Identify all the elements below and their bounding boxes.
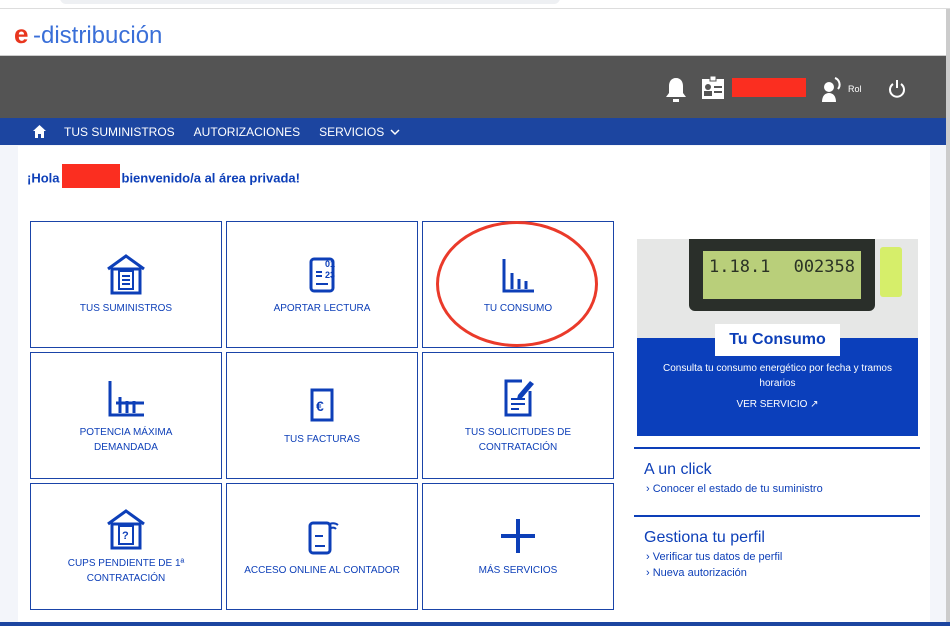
tile-mas-servicios[interactable]: MÁS SERVICIOS (422, 483, 614, 610)
tile-acceso-online-contador[interactable]: ACCESO ONLINE AL CONTADOR (226, 483, 418, 610)
external-link-icon: ↗ (810, 399, 819, 410)
annotation-circle (436, 221, 598, 347)
plus-icon (501, 519, 535, 553)
welcome-prefix: ¡Hola (27, 170, 60, 186)
tile-label: CUPS PENDIENTE DE 1ª CONTRATACIÓN (67, 557, 185, 584)
svg-text:01: 01 (325, 259, 335, 269)
tile-tus-solicitudes[interactable]: TUS SOLICITUDES DE CONTRATACIÓN (422, 352, 614, 479)
tile-potencia-maxima[interactable]: POTENCIA MÁXIMA DEMANDADA (30, 352, 222, 479)
house-question-icon: ? (107, 508, 145, 549)
switch-role-icon[interactable] (821, 76, 845, 102)
house-document-icon (107, 254, 145, 295)
name-redacted (61, 164, 120, 188)
power-icon[interactable] (887, 79, 907, 99)
promo-title: Tu Consumo (715, 324, 840, 356)
meter-display: 1.18.1 002358 (689, 239, 875, 311)
tile-label: TUS SUMINISTROS (79, 303, 173, 314)
tile-label: APORTAR LECTURA (273, 303, 371, 314)
tile-tus-facturas[interactable]: € TUS FACTURAS (226, 352, 418, 479)
tile-label: MÁS SERVICIOS (478, 565, 558, 576)
profile-section: Gestiona tu perfil › Verificar tus datos… (634, 515, 920, 581)
ver-servicio-link[interactable]: VER SERVICIO ↗ (637, 397, 918, 412)
logo-e[interactable]: e (14, 19, 28, 50)
tile-tus-suministros[interactable]: TUS SUMINISTROS (30, 221, 222, 348)
tile-cups-pendiente[interactable]: ? CUPS PENDIENTE DE 1ª CONTRATACIÓN (30, 483, 222, 610)
promo-card[interactable]: 1.18.1 002358 Consulta tu consumo energét… (637, 239, 918, 436)
link-estado-suministro[interactable]: › Conocer el estado de tu suministro (646, 481, 920, 497)
meter-wifi-icon (308, 521, 339, 555)
id-card-icon[interactable] (702, 76, 724, 100)
power-chart-icon (108, 380, 144, 416)
logo-text[interactable]: -distribución (33, 22, 162, 50)
link-nueva-autorizacion[interactable]: › Nueva autorización (646, 565, 920, 581)
tile-label: POTENCIA MÁXIMA DEMANDADA (79, 426, 173, 453)
tile-label: ACCESO ONLINE AL CONTADOR (244, 565, 400, 576)
ver-servicio-label[interactable]: VER SERVICIO (736, 399, 807, 410)
main-nav: TUS SUMINISTROS AUTORIZACIONES SERVICIOS (0, 118, 950, 145)
svg-text:€: € (316, 398, 324, 414)
promo-text: Consulta tu consumo energético por fecha… (662, 363, 892, 389)
nav-servicios[interactable]: SERVICIOS (319, 125, 384, 139)
svg-text:?: ? (122, 530, 129, 542)
lcd-left: 1.18.1 (709, 257, 771, 277)
tile-label: TUS FACTURAS (283, 434, 361, 445)
user-header (0, 56, 950, 118)
quick-links-section: A un click › Conocer el estado de tu sum… (634, 447, 920, 497)
footer-bar (0, 622, 950, 626)
home-icon[interactable] (33, 125, 46, 138)
welcome-suffix: bienvenido/a al área privada! (121, 170, 300, 186)
quick-title: A un click (644, 461, 712, 478)
lcd-right: 002358 (793, 257, 855, 277)
browser-strip (0, 0, 950, 9)
nav-autorizaciones[interactable]: AUTORIZACIONES (194, 125, 300, 139)
euro-invoice-icon: € (310, 388, 334, 422)
link-verificar-datos[interactable]: › Verificar tus datos de perfil (646, 549, 920, 565)
profile-title: Gestiona tu perfil (644, 529, 765, 546)
tile-aportar-lectura[interactable]: 01 23 APORTAR LECTURA (226, 221, 418, 348)
tile-label: TUS SOLICITUDES DE CONTRATACIÓN (464, 426, 572, 453)
meter-led (880, 247, 902, 297)
chevron-down-icon[interactable] (390, 128, 400, 136)
scrollbar[interactable] (946, 9, 950, 626)
document-edit-icon (504, 379, 534, 416)
bell-icon[interactable] (664, 77, 688, 103)
logo-bar: e -distribución (0, 9, 950, 56)
welcome-message: ¡Hola bienvenido/a al área privada! (27, 164, 300, 188)
nav-tus-suministros[interactable]: TUS SUMINISTROS (64, 125, 175, 139)
meter-reading-icon: 0123 (309, 257, 335, 293)
user-name-redacted (732, 78, 806, 97)
rol-label[interactable]: Rol (848, 84, 862, 94)
svg-text:23: 23 (325, 270, 335, 280)
url-bar[interactable] (60, 0, 560, 4)
